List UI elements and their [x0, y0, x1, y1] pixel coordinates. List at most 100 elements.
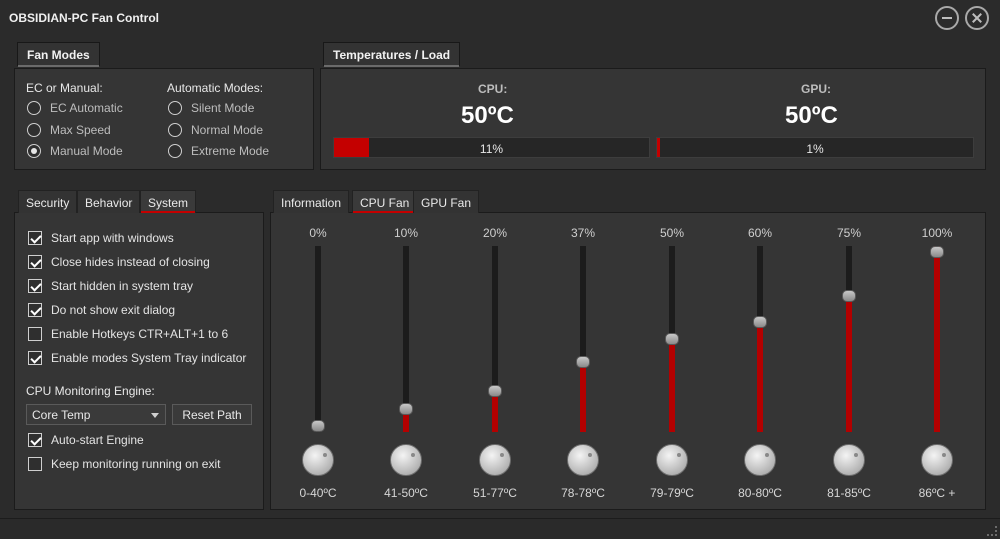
- fan-speed-label: 60%: [747, 226, 773, 240]
- fan-slider-fill: [934, 246, 940, 432]
- minimize-icon[interactable]: [935, 6, 959, 30]
- checkbox-indicator: [28, 279, 42, 293]
- temperature-knob[interactable]: [921, 444, 953, 476]
- fan-slider-column: 10% 41-50ºC: [376, 218, 436, 508]
- checkbox-indicator: [28, 231, 42, 245]
- checkbox-label: Enable modes System Tray indicator: [51, 351, 247, 365]
- temperatures-header: Temperatures / Load: [323, 42, 461, 67]
- temperature-range-label: 86ºC +: [918, 486, 956, 500]
- cpu-load-bar: 11%: [333, 137, 650, 158]
- checkbox-indicator: [28, 433, 42, 447]
- tab-system[interactable]: System: [140, 190, 197, 213]
- temperature-knob[interactable]: [479, 444, 511, 476]
- fan-slider-column: 37% 78-78ºC: [553, 218, 613, 508]
- gpu-load-text: 1%: [806, 142, 824, 156]
- temperature-knob[interactable]: [833, 444, 865, 476]
- radio-indicator: [168, 123, 182, 137]
- fan-slider-track[interactable]: [315, 246, 321, 432]
- temperature-knob[interactable]: [656, 444, 688, 476]
- close-icon[interactable]: [965, 6, 989, 30]
- radio-label: EC Automatic: [50, 101, 123, 115]
- fan-speed-label: 0%: [309, 226, 327, 240]
- checkbox-indicator: [28, 351, 42, 365]
- fan-slider-column: 60% 80-80ºC: [730, 218, 790, 508]
- radio-indicator: [27, 101, 41, 115]
- fan-slider-track[interactable]: [934, 246, 940, 432]
- fan-speed-label: 50%: [659, 226, 685, 240]
- fan-slider-thumb[interactable]: [930, 246, 944, 258]
- checkbox-indicator: [28, 255, 42, 269]
- temperature-range-label: 81-85ºC: [827, 486, 871, 500]
- checkbox-indicator: [28, 303, 42, 317]
- fan-slider-thumb[interactable]: [842, 289, 856, 302]
- radio-label: Normal Mode: [191, 123, 264, 137]
- temperature-range-label: 79-79ºC: [650, 486, 694, 500]
- fan-speed-label: 10%: [393, 226, 419, 240]
- tab-behavior[interactable]: Behavior: [77, 190, 141, 213]
- fan-slider-column: 50% 79-79ºC: [642, 218, 702, 508]
- fan-slider-thumb[interactable]: [576, 355, 590, 368]
- ec-manual-label: EC or Manual:: [26, 81, 103, 95]
- fan-slider-track[interactable]: [492, 246, 498, 432]
- fan-slider-track[interactable]: [580, 246, 586, 432]
- title-bar[interactable]: OBSIDIAN-PC Fan Control: [0, 0, 1000, 36]
- checkbox-label: Enable Hotkeys CTR+ALT+1 to 6: [51, 327, 229, 341]
- radio-label: Manual Mode: [50, 144, 123, 158]
- fan-slider-fill: [403, 413, 409, 432]
- temperature-range-label: 41-50ºC: [384, 486, 428, 500]
- tab-information[interactable]: Information: [273, 190, 350, 213]
- cpu-temperature: 50ºC: [461, 102, 514, 129]
- gpu-temperature: 50ºC: [785, 102, 838, 129]
- fan-slider-fill: [846, 292, 852, 432]
- status-bar: [0, 518, 1000, 539]
- temperature-knob[interactable]: [390, 444, 422, 476]
- fan-slider-thumb[interactable]: [665, 333, 679, 345]
- fan-slider-fill: [492, 394, 498, 432]
- temperature-knob[interactable]: [567, 444, 599, 476]
- radio-indicator: [168, 144, 182, 158]
- cpu-load-text: 11%: [479, 142, 504, 156]
- temperature-range-label: 0-40ºC: [299, 486, 337, 500]
- fan-slider-column: 75% 81-85ºC: [819, 218, 879, 508]
- checkbox-label: Do not show exit dialog: [51, 303, 176, 317]
- checkbox-label: Keep monitoring running on exit: [51, 457, 221, 471]
- fan-speed-label: 100%: [921, 226, 953, 240]
- fan-slider-thumb[interactable]: [488, 385, 502, 398]
- checkbox-label: Start hidden in system tray: [51, 279, 194, 293]
- fan-slider-track[interactable]: [846, 246, 852, 432]
- fan-slider-fill: [669, 339, 675, 432]
- fan-slider-thumb[interactable]: [311, 420, 325, 432]
- fan-slider-fill: [757, 320, 763, 432]
- temperature-range-label: 51-77ºC: [473, 486, 517, 500]
- checkbox-indicator: [28, 327, 42, 341]
- tab-security[interactable]: Security: [18, 190, 78, 213]
- tab-gpu-fan[interactable]: GPU Fan: [413, 190, 480, 213]
- fan-speed-label: 20%: [482, 226, 508, 240]
- fan-modes-header: Fan Modes: [17, 42, 100, 67]
- radio-label: Extreme Mode: [191, 144, 270, 158]
- checkbox-label: Auto-start Engine: [51, 433, 144, 447]
- fan-slider-fill: [580, 363, 586, 432]
- temperature-knob[interactable]: [302, 444, 334, 476]
- fan-slider-column: 100% 86ºC +: [907, 218, 967, 508]
- chevron-down-icon: [151, 413, 159, 418]
- fan-slider-thumb[interactable]: [399, 402, 413, 415]
- reset-path-button[interactable]: Reset Path: [172, 404, 252, 425]
- gpu-label: GPU:: [801, 82, 831, 96]
- fan-slider-track[interactable]: [757, 246, 763, 432]
- checkbox-indicator: [28, 457, 42, 471]
- automatic-modes-label: Automatic Modes:: [167, 81, 264, 95]
- radio-indicator: [27, 144, 41, 158]
- checkbox-label: Close hides instead of closing: [51, 255, 210, 269]
- checkbox-label: Start app with windows: [51, 231, 174, 245]
- cpu-label: CPU:: [478, 82, 508, 96]
- fan-slider-thumb[interactable]: [753, 315, 767, 328]
- engine-label: CPU Monitoring Engine:: [26, 384, 155, 398]
- radio-indicator: [27, 123, 41, 137]
- radio-label: Silent Mode: [191, 101, 255, 115]
- tab-cpu-fan[interactable]: CPU Fan: [352, 190, 418, 213]
- engine-select[interactable]: Core Temp: [26, 404, 166, 425]
- temperature-knob[interactable]: [744, 444, 776, 476]
- resize-grip-icon[interactable]: [987, 526, 997, 536]
- window-title: OBSIDIAN-PC Fan Control: [9, 11, 159, 25]
